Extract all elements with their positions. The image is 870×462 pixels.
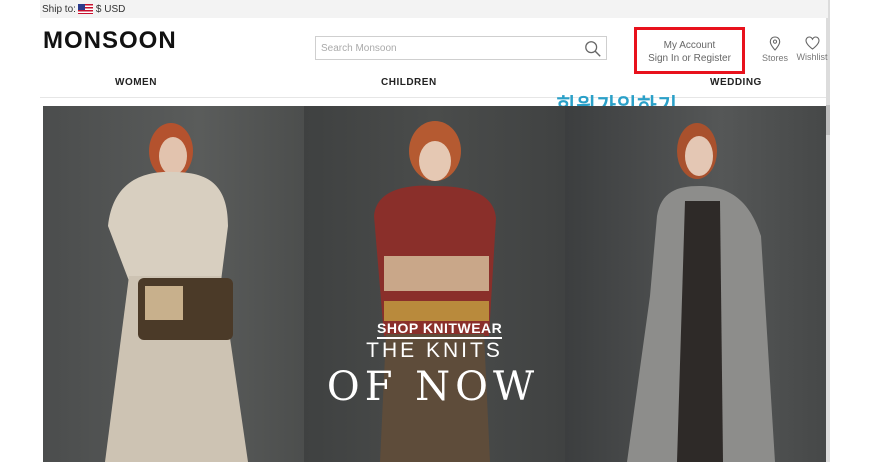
my-account-link[interactable]: My Account Sign In or Register: [634, 27, 745, 74]
nav-item-women[interactable]: WOMEN: [115, 77, 157, 88]
main-nav: WOMEN CHILDREN WEDDING: [40, 74, 826, 96]
ship-to-label: Ship to:: [42, 3, 76, 15]
sign-in-register-link[interactable]: Sign In or Register: [637, 52, 742, 65]
wishlist-link[interactable]: Wishlist: [795, 36, 829, 62]
stores-link[interactable]: Stores: [760, 36, 790, 63]
currency-label: $ USD: [95, 3, 126, 15]
search-icon[interactable]: [584, 40, 602, 58]
hero-model-panel: [565, 106, 826, 462]
shop-knitwear-link[interactable]: SHOP KNITWEAR: [377, 320, 503, 339]
model-image: [627, 123, 775, 462]
account-title: My Account: [663, 40, 716, 51]
right-gutter: [830, 0, 870, 462]
heart-icon: [804, 36, 820, 50]
model-image: [105, 123, 248, 462]
left-gutter: [0, 0, 42, 462]
hero-banner[interactable]: THE KNITS OF NOW: [43, 106, 826, 462]
search-input[interactable]: [316, 37, 576, 59]
us-flag-icon: [77, 4, 93, 14]
hero-heading-line2: OF NOW: [326, 364, 540, 410]
search-box[interactable]: [315, 36, 607, 60]
wishlist-label: Wishlist: [796, 52, 828, 62]
hero-model-panel: [43, 106, 304, 462]
stores-label: Stores: [761, 53, 788, 63]
nav-item-children[interactable]: CHILDREN: [381, 77, 437, 88]
nav-item-wedding[interactable]: WEDDING: [710, 77, 762, 88]
site-logo[interactable]: MONSOON: [43, 27, 177, 55]
location-pin-icon: [769, 36, 781, 51]
ship-to-bar[interactable]: Ship to: $ USD: [40, 0, 828, 18]
nav-divider: [40, 97, 826, 98]
hero-heading-line1: THE KNITS: [366, 339, 503, 362]
